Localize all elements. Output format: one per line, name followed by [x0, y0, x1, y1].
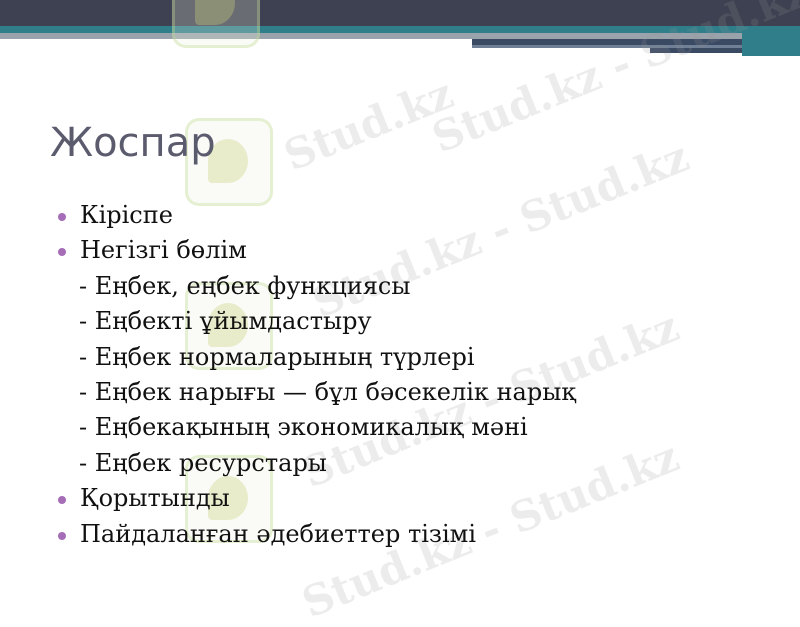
outline-subitem-text: - Еңбекті ұйымдастыру: [79, 307, 372, 336]
outline-subitem-text: - Еңбек нарығы — бұл бәсекелік нарық: [79, 378, 576, 407]
bullet-icon: [58, 496, 66, 505]
bullet-icon: [58, 248, 66, 257]
outline-item-text: Негізгі бөлім: [80, 236, 247, 265]
outline-subitem: - Еңбек нормаларының түрлері: [56, 340, 576, 375]
outline-subitem: - Еңбекті ұйымдастыру: [56, 304, 576, 339]
outline-subitem: - Еңбек, еңбек функциясы: [56, 269, 576, 304]
outline-subitem-text: - Еңбек нормаларының түрлері: [79, 342, 475, 371]
slide-outline: Кіріспе Негізгі бөлім - Еңбек, еңбек фун…: [56, 198, 576, 552]
outline-item-text: Кіріспе: [80, 201, 173, 229]
outline-subitem: - Еңбек ресурстары: [56, 446, 576, 481]
header-band-dark: [0, 0, 800, 26]
bullet-icon: [58, 531, 66, 540]
watermark-text: Stud.kz: [277, 68, 460, 181]
outline-subitem: - Еңбек нарығы — бұл бәсекелік нарық: [56, 375, 576, 410]
outline-item: Негізгі бөлім: [56, 233, 576, 268]
outline-item: Қорытынды: [56, 481, 576, 516]
outline-item: Кіріспе: [56, 198, 576, 233]
slide-title: Жоспар: [50, 120, 216, 166]
outline-subitem: - Еңбекақының экономикалық мәні: [56, 410, 576, 445]
header-band-teal: [0, 26, 800, 33]
outline-subitem-text: - Еңбекақының экономикалық мәні: [79, 413, 528, 442]
outline-subitem-text: - Еңбек, еңбек функциясы: [79, 271, 411, 300]
outline-item-text: Пайдаланған әдебиеттер тізімі: [80, 519, 477, 548]
outline-subitem-text: - Еңбек ресурстары: [79, 448, 327, 477]
header-band-right-4: [742, 30, 800, 56]
outline-item: Пайдаланған әдебиеттер тізімі: [56, 517, 576, 552]
bullet-icon: [58, 213, 66, 221]
outline-item-text: Қорытынды: [80, 484, 230, 513]
